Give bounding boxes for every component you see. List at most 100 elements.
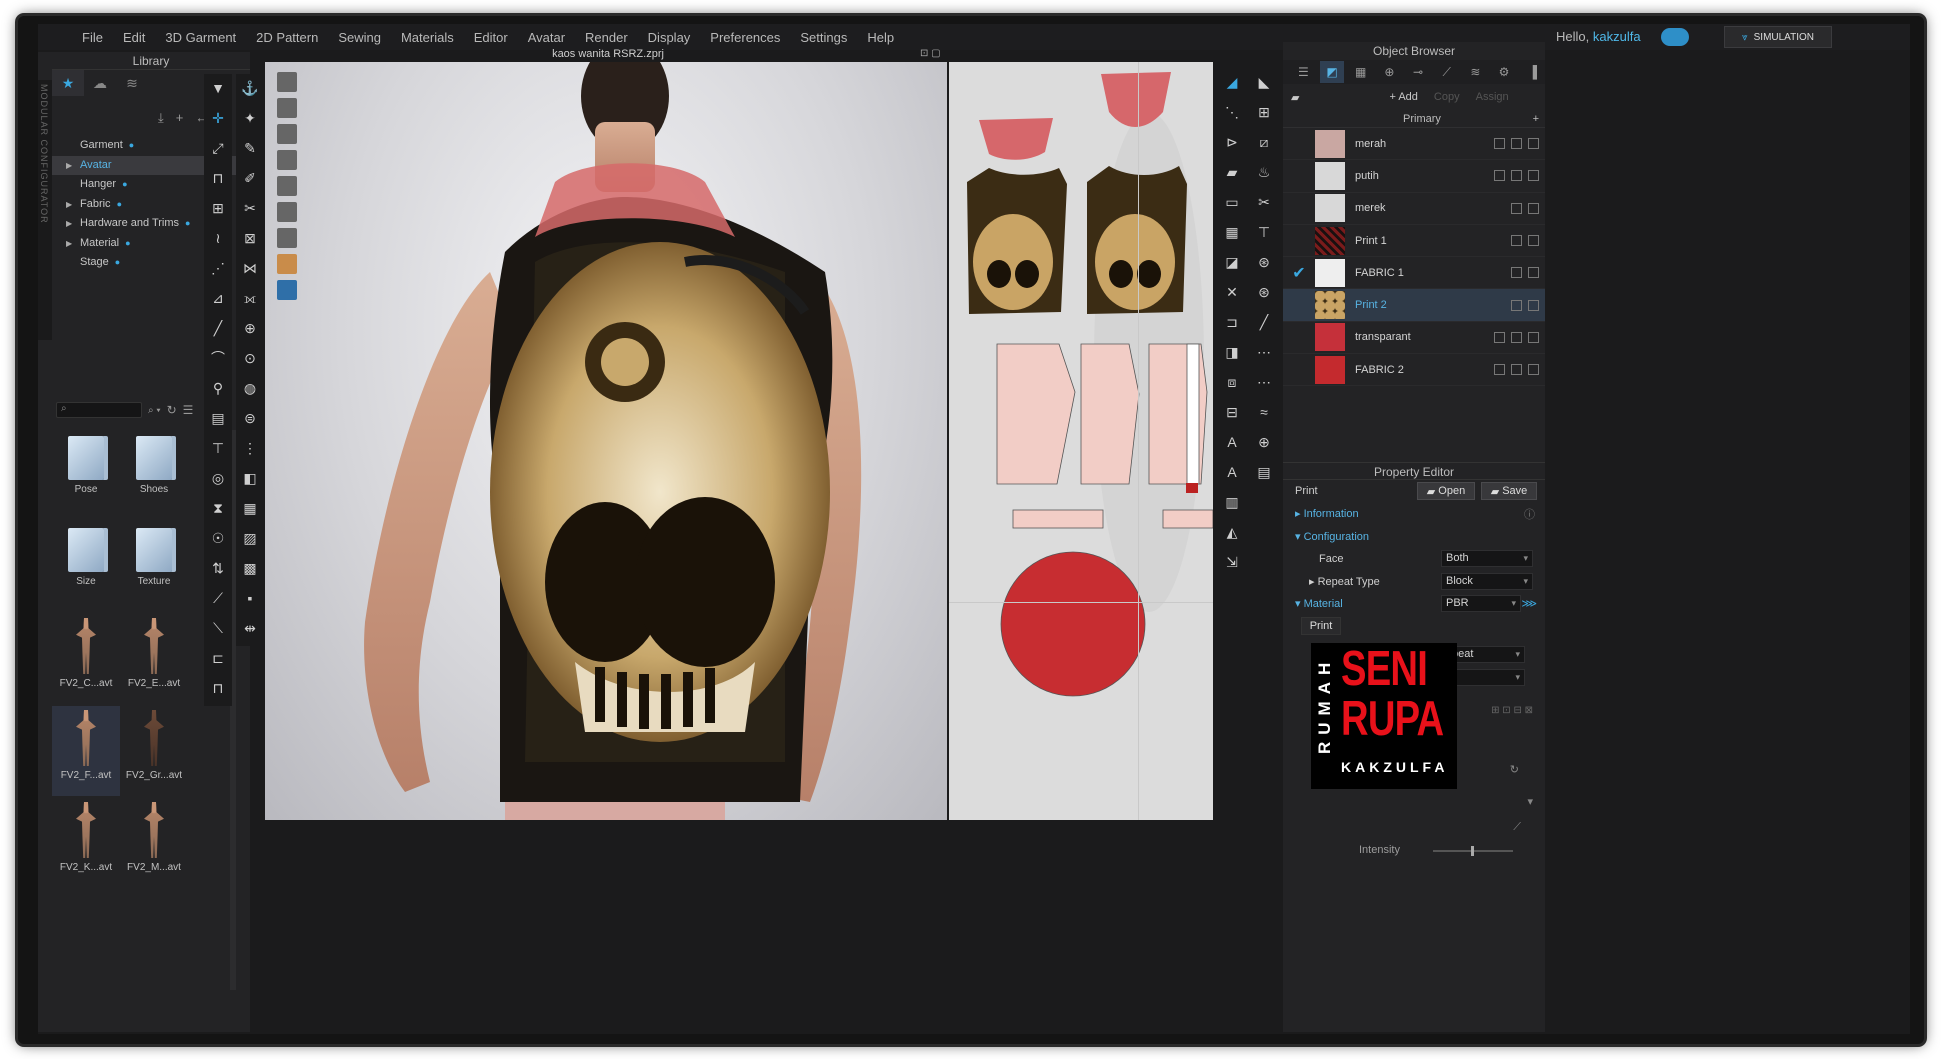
cloud-icon[interactable] — [1661, 28, 1689, 46]
gathering-icon[interactable]: ⧈ — [1220, 370, 1244, 394]
buttonhole-icon[interactable]: ⊸ — [1406, 61, 1431, 83]
rectangle-icon[interactable]: ▭ — [1220, 190, 1244, 214]
menu-render[interactable]: Render — [575, 30, 638, 45]
expand-arrow-icon[interactable]: ▶ — [66, 156, 72, 176]
texture-view-icon[interactable] — [277, 124, 297, 144]
brush-icon[interactable]: ⌒ — [206, 346, 230, 370]
sewing-icon[interactable]: ≀ — [206, 226, 230, 250]
solidify-icon[interactable]: ▦ — [238, 496, 262, 520]
stitch-icon[interactable]: ⋮ — [238, 436, 262, 460]
assign-button[interactable]: Assign — [1476, 91, 1509, 103]
zip-icon[interactable]: ⧗ — [206, 496, 230, 520]
2d-pattern-viewport[interactable] — [949, 62, 1213, 820]
repeat-type-select[interactable]: Block — [1441, 572, 1533, 590]
copy-icon[interactable] — [1511, 138, 1522, 150]
material-type-select[interactable]: PBR — [1441, 595, 1521, 613]
folder-icon[interactable]: ▰ — [1291, 91, 1299, 104]
trim-icon[interactable]: ⊕ — [238, 316, 262, 340]
grid-icon[interactable]: ▥ — [1220, 490, 1244, 514]
deactivate-icon[interactable]: ▨ — [238, 526, 262, 550]
search-options-icon[interactable]: ⌕ ▾ — [148, 405, 161, 416]
move-icon[interactable]: ✛ — [206, 106, 230, 130]
intensity-slider[interactable] — [1433, 845, 1513, 856]
notch-icon[interactable]: ⊟ — [1220, 400, 1244, 424]
assign-icon[interactable] — [1511, 202, 1522, 214]
fold-2d-icon[interactable]: ⊐ — [1220, 310, 1244, 334]
shirt-2d-icon[interactable]: ⊤ — [1252, 220, 1276, 244]
fabric-row[interactable]: transparant — [1283, 322, 1545, 355]
assign-icon[interactable] — [1494, 331, 1505, 343]
iron-icon[interactable]: ♨ — [1252, 160, 1276, 184]
layout-icon[interactable]: ▤ — [1252, 460, 1276, 484]
graphic-icon[interactable]: ◍ — [238, 376, 262, 400]
cloud-library-icon[interactable]: ☁ — [84, 70, 116, 96]
refresh-icon[interactable]: ↻ — [167, 403, 177, 417]
puckering-tab-icon[interactable]: ≋ — [1463, 61, 1488, 83]
delete-icon[interactable] — [1528, 138, 1539, 150]
menu-file[interactable]: File — [72, 30, 113, 45]
tack-icon[interactable]: ✎ — [238, 136, 262, 160]
delete-icon[interactable] — [1528, 170, 1539, 182]
avatar-view-icon[interactable] — [277, 176, 297, 196]
puck-icon[interactable]: ⊛ — [1252, 250, 1276, 274]
list-icon[interactable]: ☰ — [1291, 61, 1316, 83]
library-item-avatar[interactable]: FV2_C...avt — [52, 614, 120, 704]
library-item-avatar[interactable]: FV2_M...avt — [120, 798, 188, 888]
stitch-2d-icon[interactable]: ✂ — [1252, 190, 1276, 214]
delete-icon[interactable] — [1528, 331, 1539, 343]
colorway-row[interactable]: Primary + — [1283, 110, 1545, 128]
fabric-row[interactable]: putih — [1283, 160, 1545, 193]
simulation-button[interactable]: ⩔ SIMULATION — [1724, 26, 1832, 48]
segment-icon[interactable]: ⊿ — [206, 286, 230, 310]
lock-icon[interactable]: ⊜ — [238, 406, 262, 430]
copy-icon[interactable] — [1511, 331, 1522, 343]
list-view-icon[interactable]: ☰ — [183, 403, 194, 417]
select-icon[interactable]: ⤢ — [206, 136, 230, 160]
copy-icon[interactable] — [1511, 364, 1522, 376]
arrow-down-icon[interactable]: ▼ — [206, 76, 230, 100]
fabric-row[interactable]: Print 1 — [1283, 225, 1545, 258]
library-item-avatar[interactable]: FV2_K...avt — [52, 798, 120, 888]
expand-arrow-icon[interactable]: ▶ — [66, 234, 72, 254]
library-item-pose[interactable]: Pose — [52, 430, 120, 520]
expand-arrow-icon[interactable]: ▶ — [66, 195, 72, 215]
puckering-icon[interactable]: ⟗ — [238, 286, 262, 310]
seam-icon[interactable]: ◨ — [1220, 340, 1244, 364]
delete-icon[interactable] — [1528, 235, 1539, 247]
tape-icon[interactable]: ▤ — [206, 406, 230, 430]
vest-icon[interactable]: ⊓ — [206, 676, 230, 700]
measure-icon[interactable]: ▪ — [238, 586, 262, 610]
menu-edit[interactable]: Edit — [113, 30, 155, 45]
download-icon[interactable]: ⤓ — [158, 110, 164, 126]
maximize-icon[interactable]: ▢ — [931, 48, 940, 59]
sewing-2d-icon[interactable]: ⧄ — [1252, 130, 1276, 154]
menu-editor[interactable]: Editor — [464, 30, 518, 45]
pattern-piece-icon[interactable]: ⊛ — [1252, 280, 1276, 304]
library-item-avatar[interactable]: FV2_Gr...avt — [120, 706, 188, 796]
avatar-pose-icon[interactable]: ⚓ — [238, 76, 262, 100]
menu-2d-pattern[interactable]: 2D Pattern — [246, 30, 328, 45]
curve-icon[interactable]: ◣ — [1252, 70, 1276, 94]
button-tab-icon[interactable]: ⊕ — [1377, 61, 1402, 83]
edit-texture-icon[interactable]: ✐ — [238, 166, 262, 190]
info-icon[interactable]: ⓘ — [1524, 506, 1535, 522]
garment-view-icon[interactable] — [277, 72, 297, 92]
favorites-star-icon[interactable]: ★ — [52, 70, 84, 96]
trim-2-icon[interactable]: ⊙ — [238, 346, 262, 370]
fabric-icon[interactable]: ◩ — [1319, 61, 1345, 83]
3d-viewport[interactable] — [265, 62, 947, 820]
modular-configurator-tab[interactable]: MODULAR CONFIGURATOR — [38, 80, 52, 340]
fit-icon[interactable]: ⊏ — [206, 646, 230, 670]
delete-icon[interactable] — [1528, 202, 1539, 214]
button-icon[interactable]: ◎ — [206, 466, 230, 490]
tape-measure-icon[interactable]: ⟍ — [206, 616, 230, 640]
expand-arrow-icon[interactable]: ▶ — [66, 214, 72, 234]
fabric-row[interactable]: ✔ FABRIC 1 — [1283, 257, 1545, 290]
align-icon[interactable]: ⇹ — [238, 616, 262, 640]
mesh-view-icon[interactable] — [277, 228, 297, 248]
dropdown-arrow-icon[interactable]: ▾ — [1527, 795, 1533, 808]
menu-preferences[interactable]: Preferences — [700, 30, 790, 45]
intensity-slider-handle[interactable] — [1471, 845, 1474, 856]
trim-2d-icon[interactable]: ⊕ — [1252, 430, 1276, 454]
line-icon[interactable]: ╱ — [206, 316, 230, 340]
